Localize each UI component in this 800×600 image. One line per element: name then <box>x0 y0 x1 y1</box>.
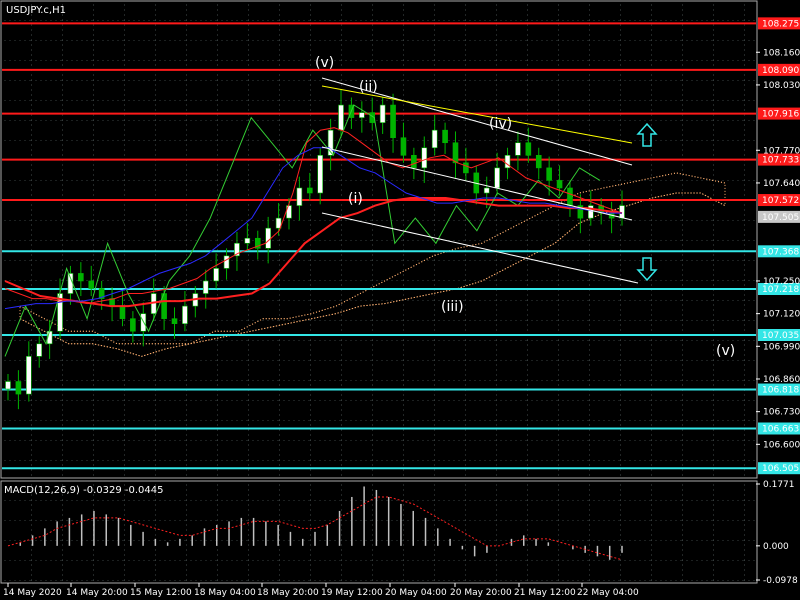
candle-body <box>296 187 303 206</box>
candle-body <box>400 137 407 156</box>
wave-label-iv: (iv) <box>489 116 512 132</box>
macd-y-tick-label: 0.1771 <box>763 480 795 490</box>
candle-body <box>317 155 324 194</box>
x-tick-label: 21 May 12:00 <box>514 588 576 598</box>
candle-body <box>78 273 84 282</box>
x-tick-label: 18 May 04:00 <box>194 588 256 598</box>
macd-y-tick-label: -0.0978 <box>763 576 798 586</box>
candle-body <box>171 318 178 324</box>
y-tick-label: 107.640 <box>763 179 800 189</box>
support-price-label: 106.818 <box>762 386 799 396</box>
wave-label-iii: (iii) <box>441 299 464 315</box>
candle-body <box>306 187 313 194</box>
candle-body <box>338 104 344 131</box>
candle-body <box>36 343 43 357</box>
y-tick-label: 107.250 <box>763 277 800 287</box>
macd-title: MACD(12,26,9) -0.0329 -0.0445 <box>4 485 164 496</box>
candle-body <box>411 155 417 169</box>
x-tick-label: 18 May 20:00 <box>257 588 319 598</box>
x-tick-label: 20 May 20:00 <box>450 588 512 598</box>
support-price-label: 107.035 <box>762 331 799 341</box>
y-tick-label: 106.730 <box>763 408 800 418</box>
candle-body <box>390 104 396 139</box>
candle-body <box>26 356 32 395</box>
x-tick-label: 22 May 04:00 <box>577 588 639 598</box>
support-price-label: 106.505 <box>762 464 799 474</box>
candle-body <box>359 112 365 118</box>
candle-body <box>265 227 271 249</box>
candle-body <box>244 237 251 244</box>
chart-canvas[interactable]: 108.275 108.090 107.916 107.733 107.572 107.3… <box>0 0 800 600</box>
y-tick-label: 106.860 <box>763 375 800 385</box>
resistance-price-label: 108.090 <box>762 66 799 76</box>
candle-body <box>442 129 448 144</box>
y-tick-label: 108.030 <box>763 81 800 91</box>
x-tick-label: 20 May 04:00 <box>385 588 447 598</box>
candle-body <box>546 167 552 181</box>
wave-label-v-target: (v) <box>716 343 735 359</box>
candle-body <box>202 280 209 294</box>
candle-body <box>223 255 230 269</box>
wave-label-i: (i) <box>348 191 363 207</box>
candle-body <box>525 142 532 156</box>
y-tick-label: 108.160 <box>763 48 800 58</box>
candle-body <box>67 273 74 294</box>
wave-label-v-top: (v) <box>315 55 334 71</box>
candle-body <box>213 268 219 282</box>
candle-body <box>15 381 22 395</box>
resistance-price-label: 107.733 <box>762 156 799 166</box>
candle-body <box>130 318 136 332</box>
candle-body <box>379 104 386 123</box>
candle-body <box>556 180 563 189</box>
candle-body <box>535 155 542 169</box>
candle-body <box>5 381 11 390</box>
candle-body <box>421 147 428 169</box>
candle-body <box>494 167 500 189</box>
support-price-label: 106.663 <box>762 424 799 434</box>
candle-body <box>567 187 573 206</box>
candle-body <box>182 305 188 324</box>
candle-body <box>463 162 469 174</box>
support-price-label: 107.368 <box>762 247 799 257</box>
y-tick-label: 106.990 <box>763 342 800 352</box>
candle-body <box>452 142 459 164</box>
candle-body <box>483 187 490 194</box>
y-tick-label: 107.770 <box>763 146 800 156</box>
x-tick-label: 19 May 12:00 <box>321 588 383 598</box>
candle-body <box>88 280 95 289</box>
current-price-label: 107.505 <box>762 213 799 223</box>
wave-label-ii: (ii) <box>359 79 378 95</box>
x-tick-label: 14 May 20:00 <box>66 588 128 598</box>
price-grid <box>2 2 756 477</box>
resistance-price-label: 107.572 <box>762 196 799 206</box>
x-tick-label: 15 May 12:00 <box>130 588 192 598</box>
x-tick-label: 14 May 2020 <box>3 588 62 598</box>
y-tick-label: 106.600 <box>763 440 800 450</box>
resistance-price-label: 107.916 <box>762 110 799 120</box>
y-tick-label: 107.120 <box>763 310 800 320</box>
candle-body <box>515 142 521 156</box>
candle-body <box>431 129 438 149</box>
candle-body <box>119 305 126 319</box>
resistance-price-label: 108.275 <box>762 19 799 29</box>
macd-y-tick-label: 0.000 <box>763 542 789 552</box>
chart-title: USDJPY.c,H1 <box>6 5 66 16</box>
